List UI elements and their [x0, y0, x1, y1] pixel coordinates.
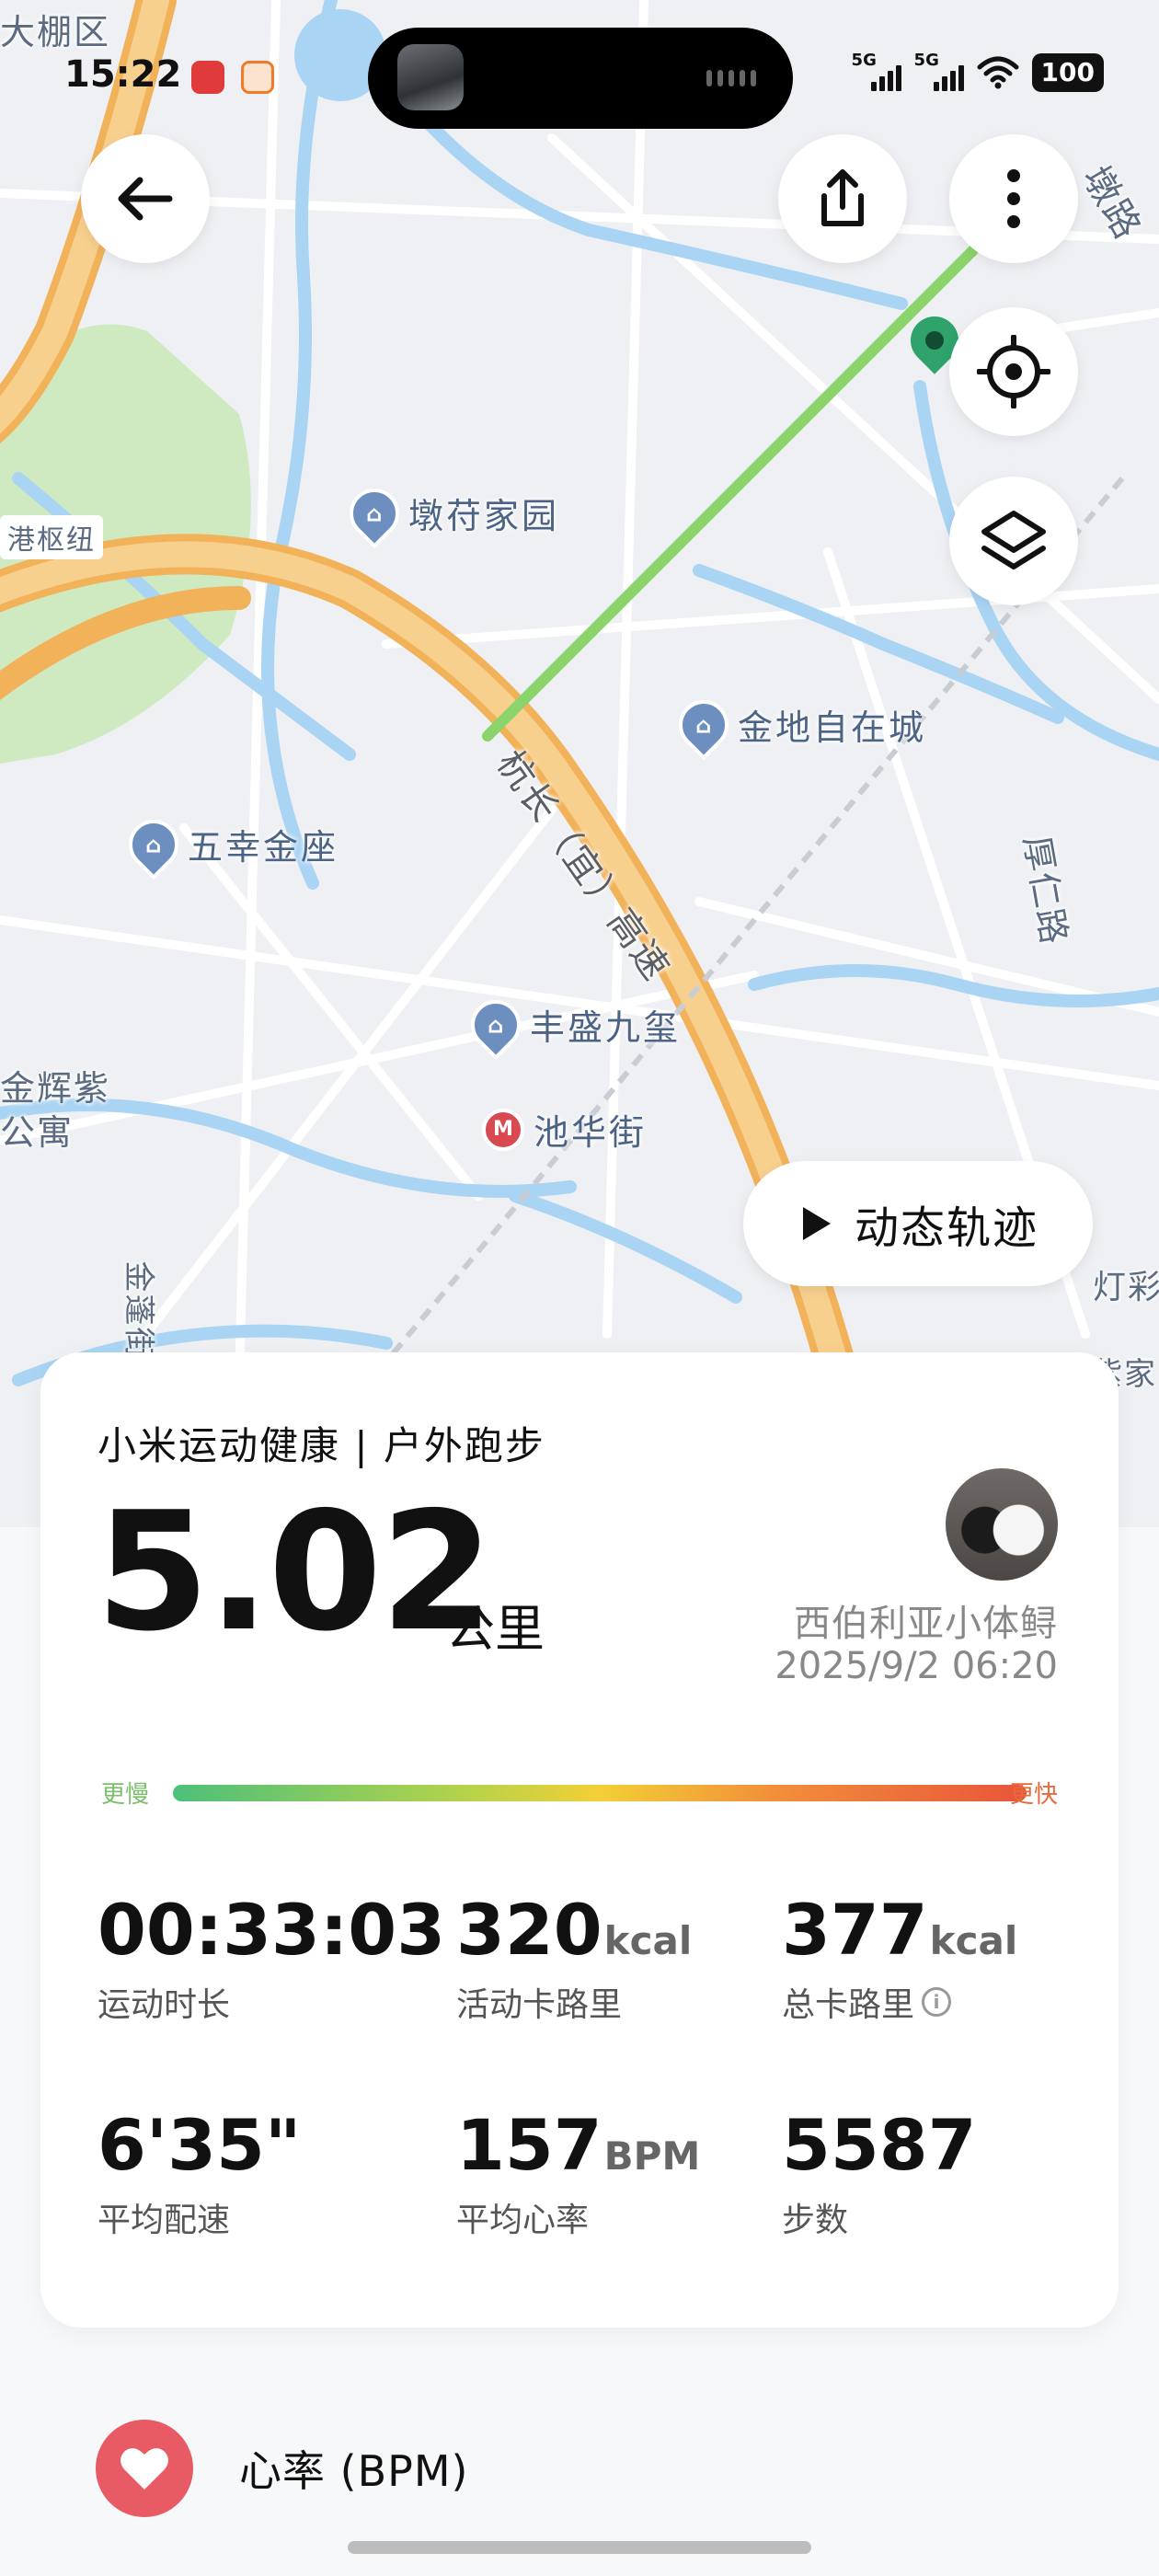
play-icon: [802, 1207, 831, 1240]
map-label-lamp: 灯彩: [1093, 1269, 1159, 1306]
home-indicator[interactable]: [348, 2541, 811, 2554]
map-label-road-jinpeng: 金蓬街: [120, 1260, 157, 1361]
stat-value: 6'35": [98, 2104, 302, 2186]
info-icon[interactable]: i: [922, 1987, 952, 2017]
stat-value: 157: [456, 2104, 602, 2186]
stat-total-calories: 377kcal 总卡路里 i: [782, 1895, 1017, 2026]
stat-duration: 00:33:03 运动时长: [98, 1895, 447, 2026]
stat-label: 运动时长: [98, 1986, 231, 2024]
poi-wuxin[interactable]: ⌂ 五幸金座: [118, 809, 339, 880]
dynamic-track-label: 动态轨迹: [854, 1202, 1039, 1254]
map-label-area: 大棚区: [0, 12, 111, 52]
cellular-signal-icon: 5G: [914, 51, 964, 91]
more-vertical-icon: [1007, 169, 1020, 228]
arrow-left-icon: [118, 177, 173, 221]
stat-label: 活动卡路里: [456, 1986, 623, 2024]
heart-rate-title: 心率 (BPM): [239, 2446, 469, 2496]
more-options-button[interactable]: [949, 134, 1078, 263]
stat-label: 步数: [782, 2202, 849, 2239]
stat-active-calories: 320kcal 活动卡路里: [456, 1895, 692, 2026]
locate-button[interactable]: [949, 307, 1078, 436]
residence-pin-icon: ⌂: [118, 809, 189, 880]
heart-badge: [96, 2420, 193, 2517]
now-playing-artwork: [397, 44, 464, 110]
heart-rate-section-header[interactable]: 心率 (BPM): [96, 2420, 469, 2517]
stat-avg-heart-rate: 157BPM 平均心率: [456, 2110, 700, 2241]
stat-value: 377: [782, 1889, 928, 1971]
stat-unit: kcal: [603, 1918, 693, 1963]
pace-slow-label: 更慢: [101, 1781, 150, 1809]
pace-gradient-bar: [173, 1785, 1027, 1801]
dynamic-island[interactable]: [368, 28, 793, 129]
share-icon: [821, 169, 864, 226]
cellular-signal-icon: 5G: [852, 51, 901, 91]
stat-unit: BPM: [603, 2133, 701, 2179]
wifi-icon: [977, 56, 1019, 89]
back-button[interactable]: [81, 134, 210, 263]
stat-avg-pace: 6'35" 平均配速: [98, 2110, 304, 2241]
status-indicators: 5G 5G 100: [852, 51, 1104, 92]
audio-wave-icon: [706, 70, 756, 86]
share-button[interactable]: [778, 134, 907, 263]
distance-value: 5.02: [96, 1477, 494, 1667]
residence-pin-icon: ⌂: [668, 689, 740, 760]
workout-title: 小米运动健康 | 户外跑步: [98, 1423, 545, 1468]
avatar[interactable]: [946, 1468, 1058, 1581]
workout-summary-card: 小米运动健康 | 户外跑步 5.02 公里 西伯利亚小体鲟 2025/9/2 0…: [40, 1352, 1119, 2328]
map-layers-button[interactable]: [949, 477, 1078, 605]
map-label-jinhui: 金辉紫: [0, 1068, 111, 1109]
crosshair-icon: [977, 335, 1050, 408]
layers-icon: [981, 511, 1046, 569]
user-name: 西伯利亚小体鲟: [794, 1603, 1058, 1645]
metro-station-icon: M: [482, 1108, 524, 1151]
map-label-apartment: 公寓: [0, 1112, 75, 1153]
didi-icon: [241, 61, 274, 94]
pace-fast-label: 更快: [1009, 1781, 1058, 1809]
screen: 大棚区 港枢纽 墩路 杭长（宜）高速 厚仁路 金蓬街 灯彩 金辉紫 公寓 紫家 …: [0, 0, 1159, 2576]
poi-fengsheng[interactable]: ⌂ 丰盛九玺: [460, 989, 681, 1060]
stat-label: 平均配速: [98, 2202, 231, 2239]
stat-unit: kcal: [929, 1918, 1018, 1963]
residence-pin-icon: ⌂: [460, 989, 532, 1060]
stat-value: 00:33:03: [98, 1889, 446, 1971]
stat-label: 总卡路里: [782, 1986, 915, 2024]
poi-dunxu[interactable]: ⌂ 墩苻家园: [339, 477, 559, 548]
map-label-hub: 港枢纽: [0, 515, 103, 559]
stat-label: 平均心率: [456, 2202, 590, 2239]
stat-steps: 5587 步数: [782, 2110, 979, 2241]
stat-value: 5587: [782, 2104, 977, 2186]
status-time: 15:22: [64, 53, 182, 96]
residence-pin-icon: ⌂: [339, 477, 410, 548]
netease-music-icon: [191, 61, 224, 94]
stat-value: 320: [456, 1889, 602, 1971]
poi-jindi[interactable]: ⌂ 金地自在城: [668, 689, 926, 760]
battery-indicator: 100: [1031, 53, 1104, 92]
distance-unit: 公里: [445, 1600, 545, 1658]
poi-metro[interactable]: M 池华街: [482, 1104, 647, 1155]
heart-icon: [120, 2448, 168, 2490]
dynamic-track-button[interactable]: 动态轨迹: [743, 1161, 1093, 1286]
workout-date: 2025/9/2 06:20: [775, 1645, 1058, 1687]
